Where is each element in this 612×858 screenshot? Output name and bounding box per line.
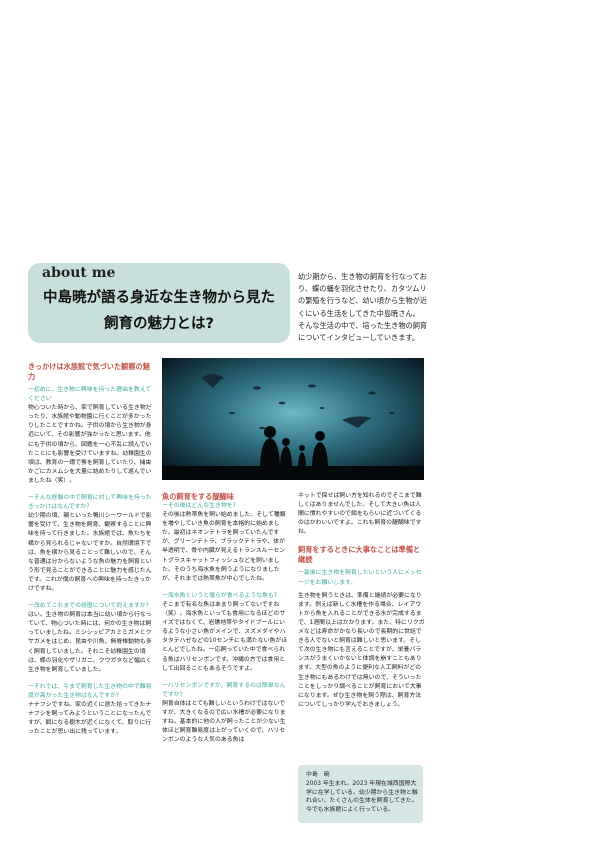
page-title-line1: 中島暁が語る身近な生き物から見た bbox=[43, 290, 275, 306]
question: ーハリセンボンですか。飼育するのは簡単なんですか? bbox=[162, 682, 286, 698]
column-2: 魚の飼育をする醍醐味 ーその後はどんな生き物を? その後は熱帯魚を飼い始めました… bbox=[162, 492, 290, 745]
answer: その後は熱帯魚を飼い始めました。そして種類を増やしていき魚の飼育を本格的に始めま… bbox=[162, 512, 286, 582]
question: ー初めに、生き物に興味を持った理由を教えてください bbox=[28, 387, 152, 403]
question: ーそんな経験の中で飼育に対して興味を持ったきっかけはなんですか? bbox=[28, 495, 152, 511]
about-me-tag: about me bbox=[42, 265, 116, 281]
question: ー改めてこれまでの経歴について伺えますか? bbox=[28, 603, 149, 610]
answer: 生き物を飼うときは、準備と継続が必要になります。例えば新しく水槽を作る場合、レイ… bbox=[298, 592, 425, 708]
answer: そこまで有名な魚はあまり飼ってないですね（笑）。海水魚といっても食用になるほどの… bbox=[162, 601, 288, 672]
aquarium-image-icon bbox=[162, 358, 424, 480]
aquarium-photo bbox=[162, 358, 424, 480]
intro-paragraph: そんな生活の中で、培った生き物の飼育についてインタビューしていきます。 bbox=[298, 320, 428, 343]
profile-box: 中島 暁 2003 年生まれ。2023 年現在城西国際大学に在学している。幼少期… bbox=[298, 765, 423, 823]
column-3: ネットで探せば飼い方を知れるのでそこまで難しくはありませんでした。そして大きい魚… bbox=[298, 492, 425, 710]
page-title-line2: 飼育の魅力とは? bbox=[104, 316, 214, 332]
answer: 物心ついた時から、家で飼育している生き物だったり、水族館や動物園に行くことが多か… bbox=[28, 405, 152, 484]
answer: ネットで探せば飼い方を知れるのでそこまで難しくはありませんでした。そして大きい魚… bbox=[298, 493, 422, 536]
question: ー海水魚というと僕らが食べるような魚も? bbox=[162, 592, 278, 599]
answer: はい。生き物の飼育は本当に幼い頃から行なっていて、物心ついた時には、何かの生き物… bbox=[28, 612, 152, 673]
column-1: きっかけは水族館で気づいた観察の魅力 ー初めに、生き物に興味を持った理由を教えて… bbox=[28, 362, 155, 737]
answer: ナナフシですね。家の近くに居た拾ってきたナナフシを飼ってみようということになった… bbox=[28, 702, 152, 736]
question: ーそれでは、今まで飼育した生き物の中で難易度が高かった生き物はなんですか? bbox=[28, 683, 152, 699]
profile-bio: 2003 年生まれ。2023 年現在城西国際大学に在学している。幼少期から生き物… bbox=[306, 780, 418, 814]
section-heading: 魚の飼育をする醍醐味 bbox=[162, 492, 234, 501]
section-heading: きっかけは水族館で気づいた観察の魅力 bbox=[28, 362, 150, 381]
answer: 飼育自体はとても難しいというわけではないですが、大きくなるので広い水槽が必要にな… bbox=[162, 700, 286, 744]
profile-name: 中島 暁 bbox=[306, 772, 330, 778]
question: ーその後はどんな生き物を? bbox=[162, 503, 236, 509]
intro-paragraph: 幼少期から、生き物の飼育を行なっており、蝶の蛹を羽化させたり、カタツムリの繁殖を… bbox=[298, 272, 428, 318]
answer: 幼少期の頃、親といった鴨川シーワールドで影響を受けて、生き物を飼育、観察すること… bbox=[28, 513, 152, 592]
section-heading: 飼育をするときに大事なことは準備と継続 bbox=[298, 545, 421, 565]
intro-text: 幼少期から、生き物の飼育を行なっており、蝶の蛹を羽化させたり、カタツムリの繁殖を… bbox=[298, 271, 428, 344]
question: ー最後に生き物を飼育したいという人にメッセージをお願いします。 bbox=[298, 570, 422, 586]
